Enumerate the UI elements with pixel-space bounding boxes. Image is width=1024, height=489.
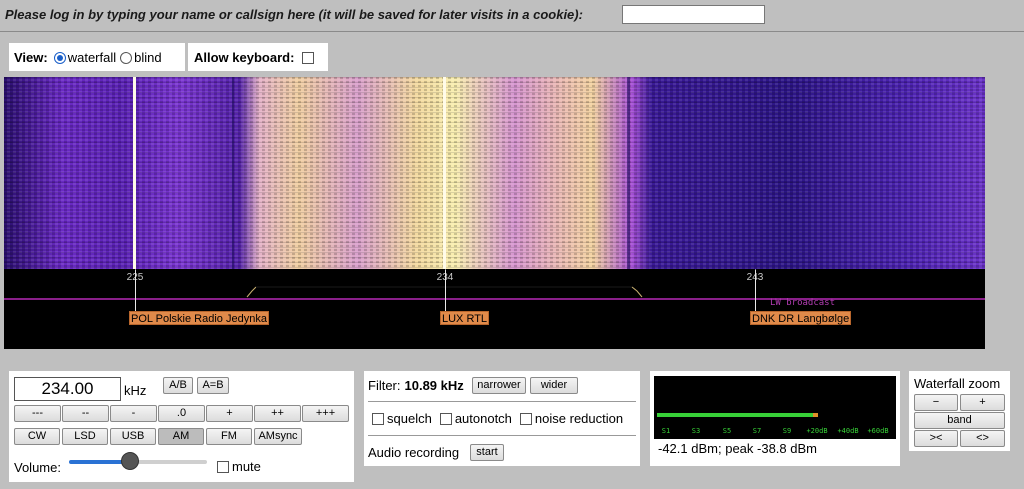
smeter-peak-readout: peak -38.8 dBm bbox=[725, 441, 817, 456]
autonotch-label: autonotch bbox=[454, 411, 512, 426]
mode-usb-button[interactable]: USB bbox=[110, 428, 156, 445]
step-plus-3-button[interactable]: +++ bbox=[302, 405, 349, 422]
waterfall-display[interactable] bbox=[4, 77, 985, 269]
step-plus-2-button[interactable]: ++ bbox=[254, 405, 301, 422]
filter-value: 10.89 kHz bbox=[404, 378, 464, 393]
step-round-button[interactable]: .0 bbox=[158, 405, 205, 422]
allow-keyboard-checkbox[interactable] bbox=[302, 51, 315, 64]
squelch-label: squelch bbox=[387, 411, 432, 426]
audio-recording-label: Audio recording bbox=[368, 445, 460, 460]
smeter-scale-label: S1 bbox=[661, 427, 671, 435]
filter-divider bbox=[368, 401, 636, 402]
station-marker bbox=[755, 270, 756, 312]
recording-start-button[interactable]: start bbox=[470, 444, 504, 461]
band-bar bbox=[4, 298, 985, 300]
ab-button[interactable]: A/B bbox=[163, 377, 193, 394]
smeter-level-bar bbox=[657, 413, 813, 417]
step-minus-2-button[interactable]: -- bbox=[62, 405, 109, 422]
smeter-panel: S1 S3 S5 S7 S9 +20dB +40dB +60dB -42.1 dBm; pea… bbox=[650, 371, 900, 466]
keyboard-panel: Allow keyboard: bbox=[188, 43, 328, 71]
step-minus-1-button[interactable]: - bbox=[110, 405, 157, 422]
login-bar: Please log in by typing your name or cal… bbox=[0, 0, 1024, 32]
station-label-pol[interactable]: POL Polskie Radio Jedynka bbox=[129, 311, 269, 325]
smeter-scale-label: S9 bbox=[782, 427, 792, 435]
autonotch-checkbox[interactable] bbox=[439, 412, 452, 425]
callsign-input[interactable] bbox=[622, 5, 765, 24]
zoom-in-button[interactable]: + bbox=[960, 394, 1005, 411]
frequency-scale[interactable]: 225 234 243 bbox=[4, 269, 985, 299]
squelch-checkbox[interactable] bbox=[372, 412, 384, 425]
smeter-scale-label: S7 bbox=[752, 427, 762, 435]
mode-amsync-button[interactable]: AMsync bbox=[254, 428, 302, 445]
filter-label: Filter: bbox=[368, 378, 401, 393]
smeter-scale-label: S3 bbox=[691, 427, 701, 435]
narrower-button[interactable]: narrower bbox=[472, 377, 526, 394]
zoom-out-button[interactable]: − bbox=[914, 394, 958, 411]
a-equals-b-button[interactable]: A=B bbox=[197, 377, 229, 394]
blind-radio[interactable] bbox=[120, 51, 133, 64]
volume-slider-track[interactable] bbox=[137, 460, 207, 464]
volume-slider-handle[interactable] bbox=[121, 452, 139, 470]
step-plus-1-button[interactable]: + bbox=[206, 405, 253, 422]
frequency-panel: kHz A/B A=B --- -- - .0 + ++ +++ CW LSD … bbox=[9, 371, 354, 482]
smeter-scale-label: +20dB bbox=[806, 427, 828, 435]
mode-cw-button[interactable]: CW bbox=[14, 428, 60, 445]
recording-divider bbox=[368, 435, 636, 436]
smeter-peak-marker bbox=[813, 413, 818, 417]
mute-label: mute bbox=[232, 459, 261, 474]
waterfall-radio[interactable] bbox=[53, 51, 66, 64]
zoom-band-button[interactable]: band bbox=[914, 412, 1005, 429]
smeter-display: S1 S3 S5 S7 S9 +20dB +40dB +60dB bbox=[654, 376, 896, 439]
login-prompt: Please log in by typing your name or cal… bbox=[5, 7, 583, 22]
smeter-scale-label: S5 bbox=[722, 427, 732, 435]
wider-button[interactable]: wider bbox=[530, 377, 578, 394]
mode-fm-button[interactable]: FM bbox=[206, 428, 252, 445]
passband-marker bbox=[246, 286, 643, 298]
frequency-unit: kHz bbox=[124, 383, 147, 398]
waterfall-zoom-panel: Waterfall zoom − + band >< <> bbox=[909, 371, 1010, 451]
mode-lsb-button[interactable]: LSD bbox=[62, 428, 108, 445]
noise-reduction-checkbox[interactable] bbox=[519, 412, 532, 425]
station-marker bbox=[445, 270, 446, 312]
smeter-scale-label: +40dB bbox=[837, 427, 859, 435]
smeter-scale-label: +60dB bbox=[867, 427, 889, 435]
waterfall-option-label: waterfall bbox=[67, 50, 117, 65]
step-minus-3-button[interactable]: --- bbox=[14, 405, 61, 422]
station-marker bbox=[135, 270, 136, 312]
band-label: LW broadcast bbox=[770, 298, 836, 308]
station-label-dnk[interactable]: DNK DR Langbølge bbox=[750, 311, 852, 325]
zoom-wide-button[interactable]: <> bbox=[960, 430, 1005, 447]
zoom-narrow-button[interactable]: >< bbox=[914, 430, 958, 447]
blind-option-label: blind bbox=[134, 50, 162, 65]
frequency-input[interactable] bbox=[14, 377, 121, 401]
view-label: View: bbox=[14, 50, 48, 65]
smeter-level-readout: -42.1 dBm; bbox=[658, 441, 722, 456]
volume-label: Volume: bbox=[14, 460, 61, 475]
view-panel: View: waterfall blind bbox=[9, 43, 185, 71]
mode-am-button[interactable]: AM bbox=[158, 428, 204, 445]
station-label-lux[interactable]: LUX RTL bbox=[440, 311, 490, 325]
waterfall-spectrogram bbox=[4, 77, 985, 269]
waterfall-zoom-title: Waterfall zoom bbox=[914, 376, 1001, 391]
allow-keyboard-label: Allow keyboard: bbox=[194, 50, 295, 65]
mute-checkbox[interactable] bbox=[217, 460, 229, 473]
noise-reduction-label: noise reduction bbox=[534, 411, 624, 426]
filter-panel: Filter: 10.89 kHz narrower wider squelch… bbox=[364, 371, 640, 466]
